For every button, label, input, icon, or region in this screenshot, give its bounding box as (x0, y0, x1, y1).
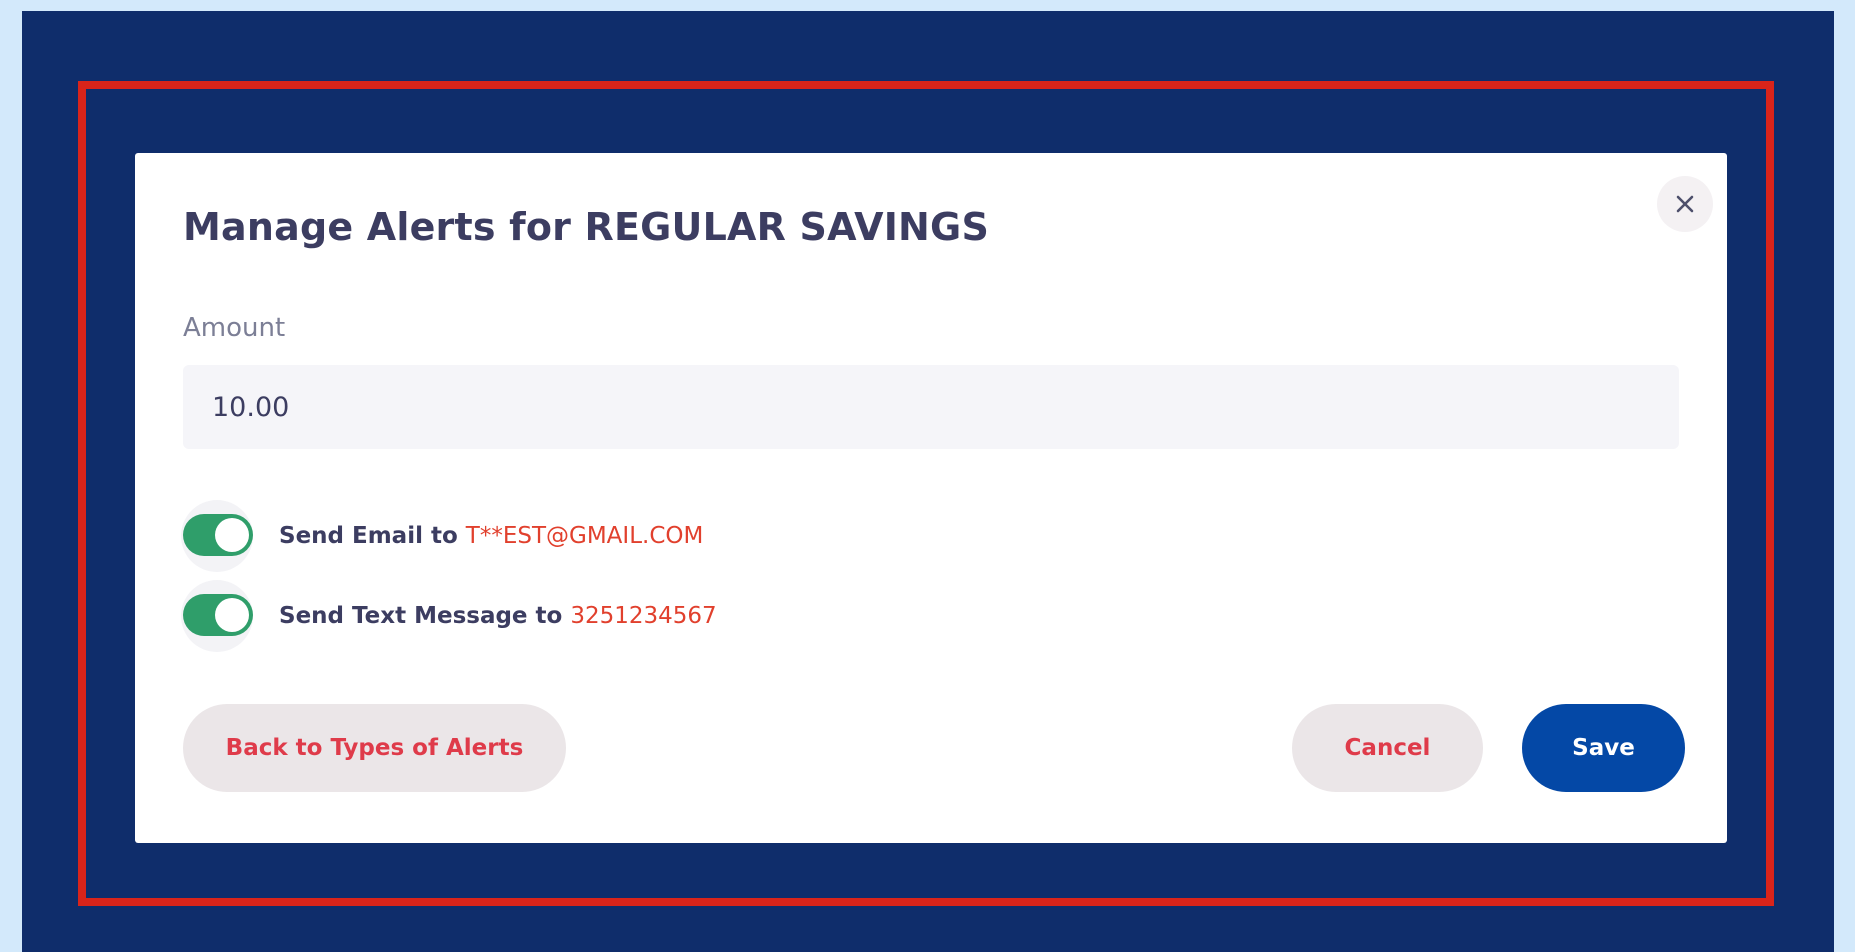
sms-alert-label: Send Text Message to (279, 603, 563, 629)
phone-number: 3251234567 (570, 603, 717, 629)
close-button[interactable] (1657, 176, 1713, 232)
amount-input[interactable] (183, 365, 1679, 449)
save-button[interactable]: Save (1522, 704, 1685, 792)
sms-alert-toggle[interactable] (183, 594, 253, 636)
sms-alert-row: Send Text Message to 3251234567 (181, 580, 717, 652)
email-alert-toggle[interactable] (183, 514, 253, 556)
amount-label: Amount (183, 313, 286, 343)
sms-toggle-focus-ring (181, 580, 253, 652)
email-alert-row: Send Email to T**EST@GMAIL.COM (181, 500, 704, 572)
dialog-title: Manage Alerts for REGULAR SAVINGS (183, 205, 990, 249)
toggle-knob (215, 518, 249, 552)
email-alert-label: Send Email to (279, 523, 458, 549)
toggle-knob (215, 598, 249, 632)
cancel-button[interactable]: Cancel (1292, 704, 1483, 792)
email-toggle-focus-ring (181, 500, 253, 572)
email-address: T**EST@GMAIL.COM (465, 523, 704, 549)
close-icon (1676, 195, 1694, 213)
back-to-alert-types-button[interactable]: Back to Types of Alerts (183, 704, 566, 792)
manage-alerts-dialog: Manage Alerts for REGULAR SAVINGS Amount… (135, 153, 1727, 843)
